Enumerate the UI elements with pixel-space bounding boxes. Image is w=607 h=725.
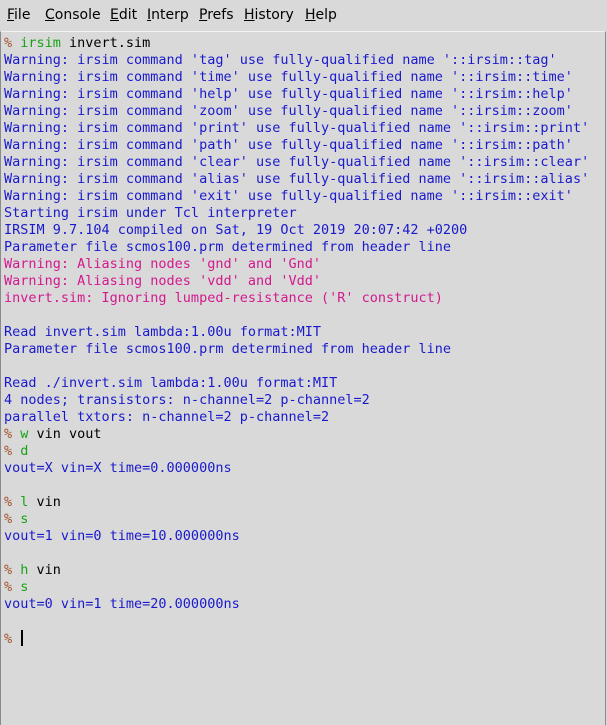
output-text: Warning: irsim command 'tag' use fully-q… [4, 52, 557, 68]
console-command-line: % irsim invert.sim [4, 35, 589, 52]
console-output-line: Warning: irsim command 'help' use fully-… [4, 86, 589, 103]
console-output-line: Parameter file scmos100.prm determined f… [4, 341, 589, 358]
output-text: Warning: irsim command 'print' use fully… [4, 120, 590, 136]
console-output[interactable]: % irsim invert.sim Warning: irsim command… [0, 31, 606, 725]
text-cursor [21, 630, 24, 646]
console-command-line: % d [4, 443, 589, 460]
warning-text: Warning: Aliasing nodes 'vdd' and 'Vdd' [4, 273, 321, 289]
console-output-line: Read ./invert.sim lambda:1.00u format:MI… [4, 375, 589, 392]
output-text: Warning: irsim command 'clear' use fully… [4, 154, 590, 170]
console-output-line: Warning: irsim command 'exit' use fully-… [4, 188, 589, 205]
console-output-line: Warning: irsim command 'tag' use fully-q… [4, 52, 589, 69]
output-text: IRSIM 9.7.104 compiled on Sat, 19 Oct 20… [4, 222, 468, 238]
output-text: Warning: irsim command 'zoom' use fully-… [4, 103, 573, 119]
console-output-line: Warning: irsim command 'zoom' use fully-… [4, 103, 589, 120]
output-text: Warning: irsim command 'exit' use fully-… [4, 188, 573, 204]
console-output-line: vout=1 vin=0 time=10.000000ns [4, 528, 589, 545]
console-warning-line: Warning: Aliasing nodes 'vdd' and 'Vdd' [4, 273, 589, 290]
prompt-symbol: % [4, 35, 21, 51]
menu-prefs-label: refs [207, 7, 234, 23]
menu-console-label: onsole [54, 7, 101, 23]
console-output-line: Read invert.sim lambda:1.00u format:MIT [4, 324, 589, 341]
console-output-line: vout=0 vin=1 time=20.000000ns [4, 596, 589, 613]
menu-prefs-mnemonic: P [199, 7, 208, 23]
command-name: d [20, 443, 29, 459]
menu-edit-label: dit [118, 7, 138, 23]
command-args: invert.sim [60, 35, 151, 51]
prompt-symbol: % [4, 579, 21, 595]
console-command-line: % s [4, 511, 589, 528]
menu-help-mnemonic: H [305, 7, 316, 23]
output-text: Read ./invert.sim lambda:1.00u format:MI… [4, 375, 338, 391]
menu-edit[interactable]: Edit [110, 6, 137, 24]
console-command-line: % h vin [4, 562, 589, 579]
menu-file-label: ile [14, 7, 31, 23]
menu-help[interactable]: Help [305, 6, 337, 24]
console-output-line: Parameter file scmos100.prm determined f… [4, 239, 589, 256]
console-output-line: Starting irsim under Tcl interpreter [4, 205, 589, 222]
console-output-line: 4 nodes; transistors: n-channel=2 p-chan… [4, 392, 589, 409]
prompt-symbol: % [4, 426, 21, 442]
command-name: s [20, 511, 29, 527]
command-args: vin [28, 562, 61, 578]
output-text: Warning: irsim command 'help' use fully-… [4, 86, 573, 102]
menu-help-label: elp [315, 7, 337, 23]
output-text: Warning: irsim command 'alias' use fully… [4, 171, 590, 187]
command-args: vin vout [28, 426, 102, 442]
menu-file-mnemonic: F [7, 7, 15, 23]
console-command-line: % s [4, 579, 589, 596]
console-warning-line: Warning: Aliasing nodes 'gnd' and 'Gnd' [4, 256, 589, 273]
console-output-line: vout=X vin=X time=0.000000ns [4, 460, 589, 477]
command-args: vin [28, 494, 61, 510]
output-text: 4 nodes; transistors: n-channel=2 p-chan… [4, 392, 370, 408]
menu-console[interactable]: Console [45, 6, 101, 24]
console-output-line: Warning: irsim command 'print' use fully… [4, 120, 589, 137]
output-text: vout=1 vin=0 time=10.000000ns [4, 528, 240, 544]
menu-bar: File Console Edit Interp Prefs History Help [0, 0, 607, 30]
console-output-line: Warning: irsim command 'time' use fully-… [4, 69, 589, 86]
menu-history-label: istory [254, 7, 294, 23]
menu-prefs[interactable]: Prefs [199, 6, 234, 24]
console-text: % irsim invert.sim Warning: irsim command… [4, 35, 589, 647]
prompt-symbol: % [4, 562, 21, 578]
menu-console-mnemonic: C [45, 7, 55, 23]
console-output-line: Warning: irsim command 'alias' use fully… [4, 171, 589, 188]
console-command-line: % l vin [4, 494, 589, 511]
menu-edit-mnemonic: E [110, 7, 119, 23]
output-text: Warning: irsim command 'path' use fully-… [4, 137, 573, 153]
output-text: Starting irsim under Tcl interpreter [4, 205, 297, 221]
output-text: parallel txtors: n-channel=2 p-channel=2 [4, 409, 330, 425]
console-output-line: Warning: irsim command 'path' use fully-… [4, 137, 589, 154]
command-name: irsim [20, 35, 61, 51]
console-command-line: % w vin vout [4, 426, 589, 443]
menu-history[interactable]: History [244, 6, 294, 24]
output-text: vout=X vin=X time=0.000000ns [4, 460, 232, 476]
console-output-line: parallel txtors: n-channel=2 p-channel=2 [4, 409, 589, 426]
prompt-symbol: % [4, 494, 21, 510]
prompt-symbol: % [4, 443, 21, 459]
warning-text: Warning: Aliasing nodes 'gnd' and 'Gnd' [4, 256, 321, 272]
menu-file[interactable]: File [7, 6, 30, 24]
prompt-symbol: % [4, 631, 21, 647]
console-warning-line: invert.sim: Ignoring lumped-resistance (… [4, 290, 589, 307]
output-text: vout=0 vin=1 time=20.000000ns [4, 596, 240, 612]
menu-interp-label: nterp [151, 7, 189, 23]
output-text: Read invert.sim lambda:1.00u format:MIT [4, 324, 321, 340]
prompt-symbol: % [4, 511, 21, 527]
output-text: Warning: irsim command 'time' use fully-… [4, 69, 573, 85]
output-text: Parameter file scmos100.prm determined f… [4, 341, 452, 357]
command-name: s [20, 579, 29, 595]
menu-interp[interactable]: Interp [147, 6, 189, 24]
console-input-line[interactable]: % [4, 630, 589, 647]
console-output-line: Warning: irsim command 'clear' use fully… [4, 154, 589, 171]
menu-history-mnemonic: H [244, 7, 255, 23]
warning-text: invert.sim: Ignoring lumped-resistance (… [4, 290, 443, 306]
output-text: Parameter file scmos100.prm determined f… [4, 239, 452, 255]
console-output-line: IRSIM 9.7.104 compiled on Sat, 19 Oct 20… [4, 222, 589, 239]
